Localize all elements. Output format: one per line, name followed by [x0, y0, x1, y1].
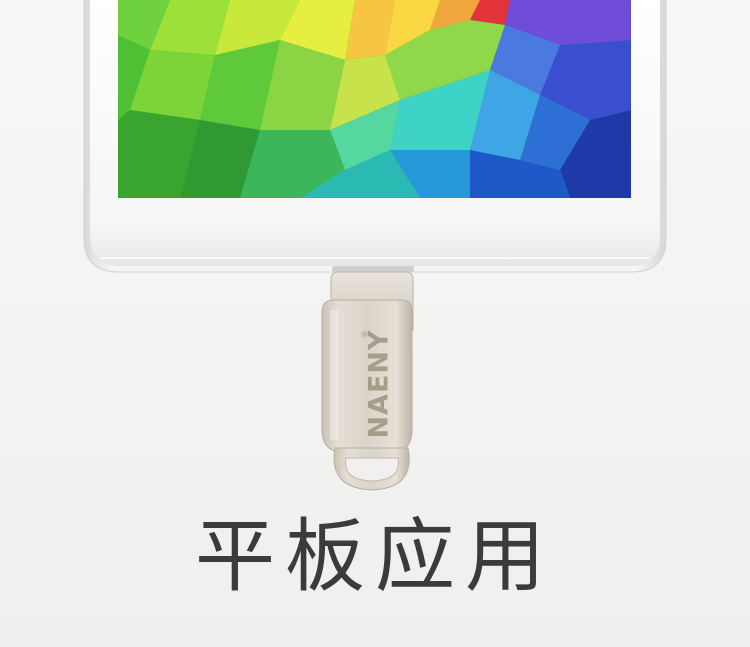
tablet-screen [118, 0, 631, 198]
usb-flash-drive: NAENY ® [321, 271, 414, 491]
registered-mark: ® [361, 330, 371, 339]
caption-title: 平板应用 [195, 510, 555, 603]
brand-logo: NAENY [364, 329, 395, 438]
usb-port [332, 266, 414, 272]
